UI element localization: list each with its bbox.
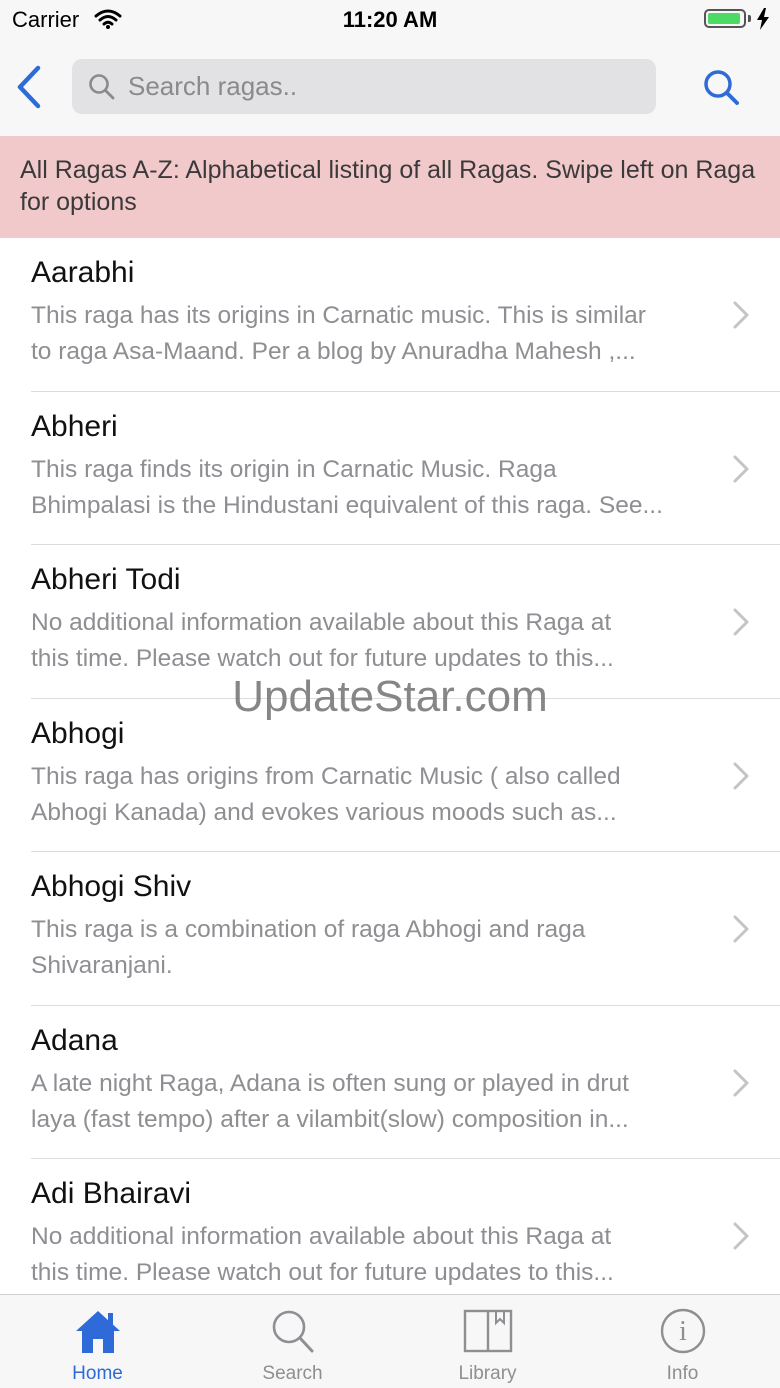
raga-row[interactable]: Abheri This raga finds its origin in Carn… [0, 392, 780, 545]
battery-cap [748, 15, 751, 22]
raga-description-line: laya (fast tempo) after a vilambit(slow)… [31, 1105, 629, 1133]
raga-description-line: This raga has origins from Carnatic Musi… [31, 762, 621, 790]
raga-name: Abhogi Shiv [31, 870, 192, 903]
raga-description-line: Bhimpalasi is the Hindustani equivalent … [31, 491, 663, 519]
raga-description-line: to raga Asa-Maand. Per a blog by Anuradh… [31, 338, 636, 365]
charging-bolt-icon [756, 8, 770, 35]
raga-row[interactable]: Adana A late night Raga, Adana is often s… [0, 1006, 780, 1159]
search-field[interactable] [72, 59, 656, 114]
raga-description-line: This raga is a combination of raga Abhog… [31, 916, 586, 943]
chevron-right-icon [732, 1068, 750, 1103]
chevron-right-icon [732, 761, 750, 796]
tab-home[interactable]: Home [0, 1295, 195, 1388]
chevron-right-icon [732, 454, 750, 489]
raga-row[interactable]: Aarabhi This raga has its origins in Carn… [0, 238, 780, 392]
info-icon: i [657, 1307, 709, 1355]
info-banner: All Ragas A-Z: Alphabetical listing of a… [0, 136, 780, 238]
raga-description: This raga has its origins in Carnatic mu… [31, 298, 711, 370]
chevron-right-icon [732, 607, 750, 642]
status-time: 11:20 AM [342, 7, 438, 32]
raga-description: This raga has origins from Carnatic Musi… [31, 759, 711, 831]
search-icon [700, 70, 744, 114]
raga-description-line: No additional information available abou… [31, 1223, 612, 1250]
chevron-left-icon [12, 65, 48, 116]
raga-name: Aarabhi [31, 256, 135, 289]
svg-text:i: i [679, 1316, 687, 1347]
chevron-right-icon [732, 914, 750, 949]
raga-name: Abheri [31, 409, 118, 443]
raga-description: A late night Raga, Adana is often sung o… [31, 1066, 711, 1138]
raga-list: Aarabhi This raga has its origins in Carn… [0, 238, 780, 1313]
chevron-right-icon [732, 300, 750, 335]
tab-home-label: Home [72, 1363, 123, 1384]
search-input[interactable] [128, 59, 638, 114]
raga-description: This raga is a combination of raga Abhog… [31, 912, 711, 984]
book-icon [462, 1307, 514, 1355]
raga-name: Adi Bhairavi [31, 1177, 192, 1210]
tab-search-label: Search [262, 1363, 323, 1384]
raga-description-line: this time. Please watch out for future u… [31, 1259, 614, 1286]
raga-description-line: A late night Raga, Adana is often sung o… [31, 1069, 629, 1097]
search-icon [88, 73, 116, 106]
chevron-right-icon [732, 1221, 750, 1256]
watermark: UpdateStar.com [232, 672, 548, 721]
tab-info[interactable]: i Info [585, 1295, 780, 1388]
battery-level [708, 13, 741, 24]
raga-row[interactable]: Abhogi Shiv This raga is a combination of… [0, 852, 780, 1006]
raga-description-line: Abhogi Kanada) and evokes various moods … [31, 798, 617, 826]
raga-description-line: No additional information available abou… [31, 609, 612, 636]
raga-description-line: This raga finds its origin in Carnatic M… [31, 455, 557, 483]
raga-description: This raga finds its origin in Carnatic M… [31, 452, 711, 524]
raga-description: No additional information available abou… [31, 605, 711, 677]
search-button[interactable] [700, 66, 744, 110]
raga-description-line: Shivaranjani. [31, 952, 173, 979]
search-icon [267, 1307, 319, 1355]
back-button[interactable] [12, 62, 48, 112]
tab-search[interactable]: Search [195, 1295, 390, 1388]
tab-library-label: Library [458, 1363, 517, 1384]
tab-library[interactable]: Library [390, 1295, 585, 1388]
raga-name: Adana [31, 1023, 118, 1057]
raga-description-line: This raga has its origins in Carnatic mu… [31, 302, 646, 329]
tab-info-label: Info [666, 1363, 699, 1384]
tab-bar: Home Search Library i Info [0, 1294, 780, 1388]
navigation-bar [0, 40, 780, 136]
home-icon [72, 1307, 124, 1355]
status-bar: Carrier 11:20 AM [0, 0, 780, 40]
battery-icon [704, 9, 746, 28]
raga-row[interactable]: Adi Bhairavi No additional information av… [0, 1159, 780, 1313]
raga-description: No additional information available abou… [31, 1219, 711, 1291]
raga-name: Abheri Todi [31, 563, 181, 596]
